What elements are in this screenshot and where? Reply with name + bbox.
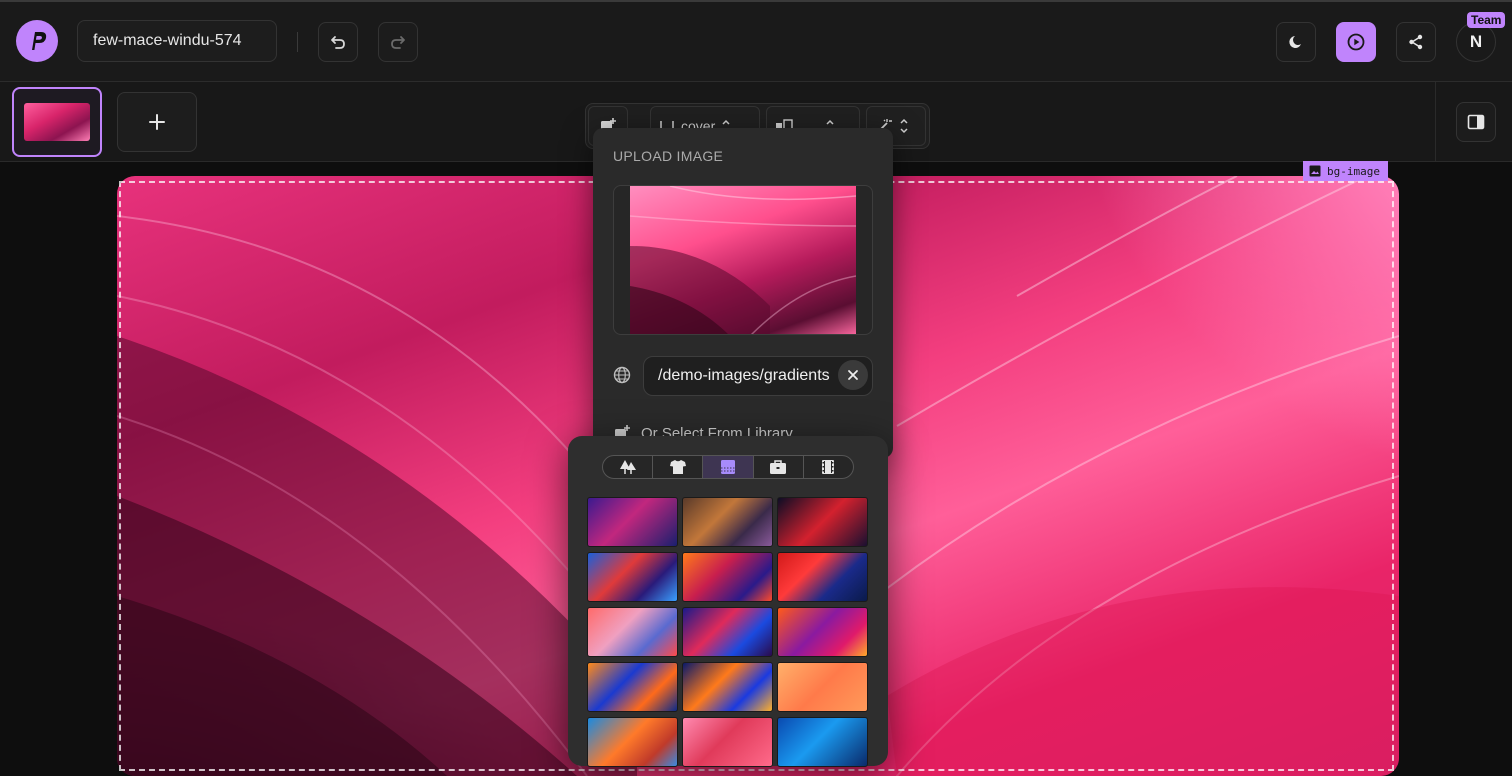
tab-film[interactable] <box>804 456 853 478</box>
library-image-tile[interactable] <box>777 607 868 657</box>
add-slide-button[interactable] <box>117 92 197 152</box>
undo-icon <box>331 36 345 49</box>
theme-toggle-button[interactable] <box>1276 22 1316 62</box>
tab-nature[interactable] <box>603 456 654 478</box>
library-image-tile[interactable] <box>777 717 868 767</box>
close-icon <box>848 370 858 380</box>
library-image-tile[interactable] <box>587 662 678 712</box>
library-image-tile[interactable] <box>682 662 773 712</box>
image-library-popover <box>568 436 888 767</box>
share-icon <box>1409 34 1423 50</box>
divider <box>297 32 298 52</box>
tab-business[interactable] <box>754 456 804 478</box>
tree-icon <box>619 460 636 474</box>
team-badge: Team <box>1467 12 1506 28</box>
app-logo[interactable] <box>16 20 58 62</box>
slide-thumbnail[interactable] <box>12 87 102 157</box>
shirt-icon <box>669 460 686 474</box>
slide-thumbnail-image <box>24 103 90 141</box>
share-button[interactable] <box>1396 22 1436 62</box>
redo-button[interactable] <box>378 22 418 62</box>
image-preview[interactable] <box>613 185 873 335</box>
library-image-grid <box>587 497 868 767</box>
bg-image-tag: bg-image <box>1303 161 1388 181</box>
redo-icon <box>391 36 405 49</box>
tab-gradients[interactable] <box>703 456 754 478</box>
library-image-tile[interactable] <box>587 717 678 767</box>
divider <box>1435 82 1436 162</box>
library-image-tile[interactable] <box>682 607 773 657</box>
upload-panel-title: UPLOAD IMAGE <box>613 148 724 164</box>
clear-url-button[interactable] <box>838 360 868 390</box>
logo-p-icon <box>32 32 47 50</box>
undo-button[interactable] <box>318 22 358 62</box>
library-image-tile[interactable] <box>587 497 678 547</box>
user-avatar[interactable]: N <box>1456 22 1496 62</box>
film-icon <box>822 460 835 474</box>
gradient-icon <box>721 460 735 474</box>
project-name-field[interactable]: few-mace-windu-574 <box>77 20 277 62</box>
bg-image-tag-label: bg-image <box>1327 164 1380 178</box>
play-circle-icon <box>1347 33 1365 51</box>
library-image-tile[interactable] <box>682 717 773 767</box>
sidebar-icon <box>1467 114 1485 130</box>
library-image-tile[interactable] <box>587 552 678 602</box>
library-image-tile[interactable] <box>777 497 868 547</box>
plus-icon <box>149 114 165 130</box>
library-category-tabs <box>602 455 854 479</box>
present-button[interactable] <box>1336 22 1376 62</box>
preview-waves <box>629 186 857 334</box>
upload-image-panel: UPLOAD IMAGE /demo-images/gradients Or S… <box>593 128 893 458</box>
globe-icon <box>613 366 631 384</box>
toggle-sidebar-button[interactable] <box>1456 102 1496 142</box>
briefcase-icon <box>770 460 787 474</box>
library-image-tile[interactable] <box>682 552 773 602</box>
library-image-tile[interactable] <box>777 662 868 712</box>
image-icon <box>1309 165 1321 177</box>
moon-icon <box>1289 36 1301 48</box>
library-image-tile[interactable] <box>777 552 868 602</box>
tab-fashion[interactable] <box>653 456 704 478</box>
chevron-updown-icon <box>900 118 908 134</box>
library-image-tile[interactable] <box>682 497 773 547</box>
image-preview-thumbnail <box>629 186 857 334</box>
library-image-tile[interactable] <box>587 607 678 657</box>
